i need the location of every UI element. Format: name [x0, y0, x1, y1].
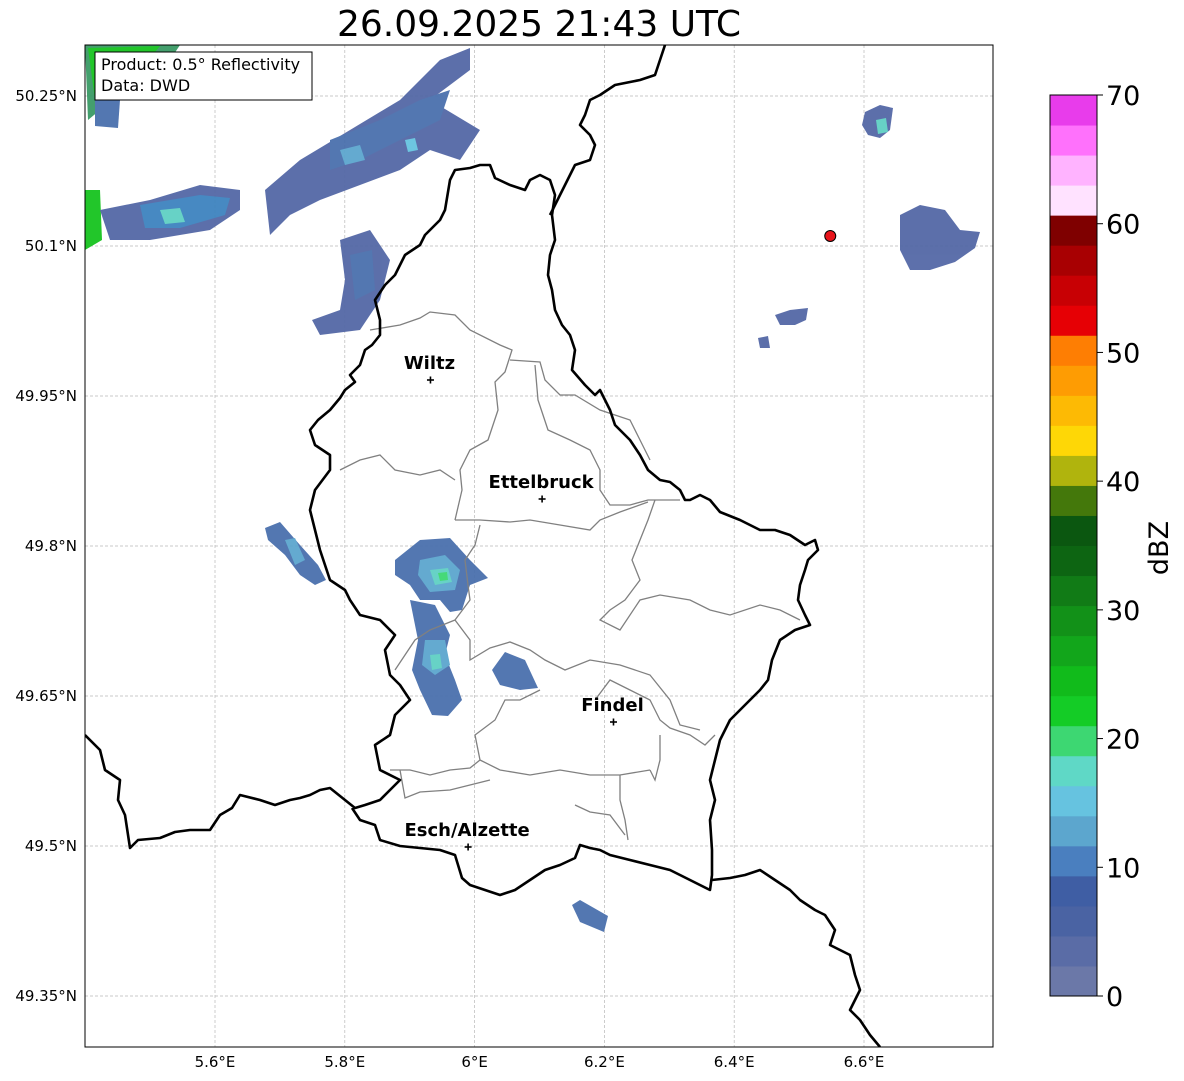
colorbar-bin [1050, 635, 1097, 667]
info-product: Product: 0.5° Reflectivity [101, 55, 300, 74]
colorbar-bin [1050, 425, 1097, 456]
colorbar-bin [1050, 905, 1097, 937]
colorbar-label: dBZ [1144, 521, 1175, 575]
lon-tick-label: 5.6°E [195, 1053, 236, 1071]
colorbar-tick-label: 10 [1106, 853, 1140, 884]
colorbar-bin [1050, 785, 1097, 817]
colorbar-tick-label: 70 [1106, 81, 1140, 112]
colorbar-bin [1050, 695, 1097, 727]
lon-tick-label: 6.4°E [714, 1053, 755, 1071]
colorbar-bin [1050, 125, 1097, 156]
lat-tick-label: 49.8°N [25, 537, 77, 555]
colorbar-bin [1050, 935, 1097, 967]
colorbar-tick-label: 30 [1106, 596, 1140, 627]
lat-tick-label: 49.35°N [15, 987, 77, 1005]
lat-tick-label: 49.95°N [15, 387, 77, 405]
longitude-labels: 5.6°E 5.8°E 6°E 6.2°E 6.4°E 6.6°E [195, 1053, 885, 1071]
colorbar: 0 10 20 30 40 50 60 70 dBZ [1049, 81, 1175, 1013]
colorbar-bin [1050, 575, 1097, 607]
lon-tick-label: 6.6°E [844, 1053, 885, 1071]
colorbar-bin [1050, 215, 1097, 246]
info-box: Product: 0.5° Reflectivity Data: DWD [94, 51, 313, 101]
colorbar-bin [1050, 965, 1097, 997]
colorbar-tick-label: 40 [1106, 467, 1140, 498]
city-label: Wiltz [404, 353, 455, 374]
colorbar-bin [1050, 275, 1097, 306]
colorbar-bin [1050, 725, 1097, 757]
lat-tick-label: 50.25°N [15, 87, 77, 105]
colorbar-bin [1050, 305, 1097, 336]
city-label: Findel [581, 695, 644, 716]
colorbar-tick-label: 0 [1106, 982, 1123, 1013]
colorbar-bin [1050, 185, 1097, 216]
colorbar-bin [1050, 545, 1097, 577]
colorbar-bin [1050, 245, 1097, 276]
colorbar-bin [1050, 395, 1097, 426]
colorbar-tick-label: 60 [1106, 210, 1140, 241]
colorbar-bins [1050, 95, 1097, 997]
colorbar-bin [1050, 815, 1097, 847]
colorbar-bin [1050, 95, 1097, 126]
city-label: Esch/Alzette [404, 820, 529, 841]
city-label: Ettelbruck [489, 472, 595, 493]
colorbar-bin [1050, 755, 1097, 787]
lat-tick-label: 50.1°N [25, 237, 77, 255]
colorbar-bin [1050, 875, 1097, 907]
colorbar-tick-label: 50 [1106, 338, 1140, 369]
colorbar-bin [1050, 365, 1097, 396]
lon-tick-label: 6°E [461, 1053, 488, 1071]
lat-tick-label: 49.65°N [15, 687, 77, 705]
radar-site-marker [824, 230, 837, 242]
colorbar-bin [1050, 665, 1097, 697]
radar-map: Wiltz Ettelbruck Findel Esch/Alzette 50.25°… [15, 44, 1175, 1071]
colorbar-ticks: 0 10 20 30 40 50 60 70 [1097, 81, 1140, 1013]
colorbar-bin [1050, 605, 1097, 637]
latitude-labels: 50.25°N 50.1°N 49.95°N 49.8°N 49.65°N 49.5°N 4… [15, 87, 77, 1005]
lon-tick-label: 6.2°E [584, 1053, 625, 1071]
lon-tick-label: 5.8°E [324, 1053, 365, 1071]
colorbar-tick-label: 20 [1106, 725, 1140, 756]
lat-tick-label: 49.5°N [25, 837, 77, 855]
info-data-source: Data: DWD [101, 76, 190, 95]
colorbar-bin [1050, 155, 1097, 186]
colorbar-bin [1050, 335, 1097, 366]
colorbar-bin [1050, 515, 1097, 546]
colorbar-bin [1050, 455, 1097, 486]
colorbar-bin [1050, 845, 1097, 877]
colorbar-bin [1050, 485, 1097, 516]
